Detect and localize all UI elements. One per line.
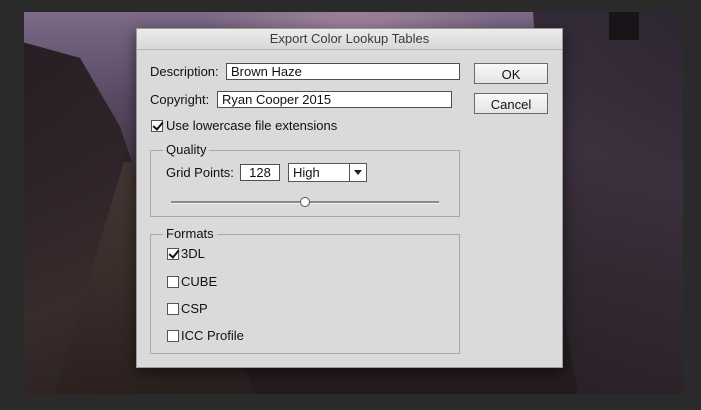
- export-clut-dialog: Export Color Lookup Tables Description: …: [136, 28, 563, 368]
- quality-preset-select[interactable]: High: [288, 163, 367, 182]
- watchtower: [609, 12, 639, 40]
- description-field[interactable]: Brown Haze: [226, 63, 460, 80]
- format-cube-label: CUBE: [181, 274, 218, 289]
- format-icc-checkbox[interactable]: [167, 330, 179, 342]
- formats-group: Formats 3DL CUBE CSP ICC Profile: [150, 226, 460, 354]
- quality-preset-value: High: [293, 165, 320, 180]
- cancel-button[interactable]: Cancel: [474, 93, 548, 114]
- copyright-field[interactable]: Ryan Cooper 2015: [217, 91, 452, 108]
- copyright-label: Copyright:: [150, 92, 210, 107]
- quality-group: Quality Grid Points: 128 High: [150, 142, 460, 217]
- lowercase-ext-checkbox[interactable]: [151, 120, 163, 132]
- chevron-down-icon: [349, 164, 366, 181]
- description-label: Description:: [150, 64, 219, 79]
- format-cube-checkbox[interactable]: [167, 276, 179, 288]
- formats-group-title: Formats: [163, 226, 217, 241]
- quality-slider-thumb[interactable]: [300, 197, 310, 207]
- format-3dl-label: 3DL: [181, 246, 205, 261]
- grid-points-field[interactable]: 128: [240, 164, 280, 181]
- quality-group-title: Quality: [163, 142, 210, 157]
- dialog-title: Export Color Lookup Tables: [137, 29, 562, 50]
- format-csp-checkbox[interactable]: [167, 303, 179, 315]
- ok-button[interactable]: OK: [474, 63, 548, 84]
- grid-points-label: Grid Points:: [166, 165, 234, 180]
- format-csp-label: CSP: [181, 301, 208, 316]
- lowercase-ext-label: Use lowercase file extensions: [166, 118, 338, 133]
- format-icc-label: ICC Profile: [181, 328, 244, 343]
- format-3dl-checkbox[interactable]: [167, 248, 179, 260]
